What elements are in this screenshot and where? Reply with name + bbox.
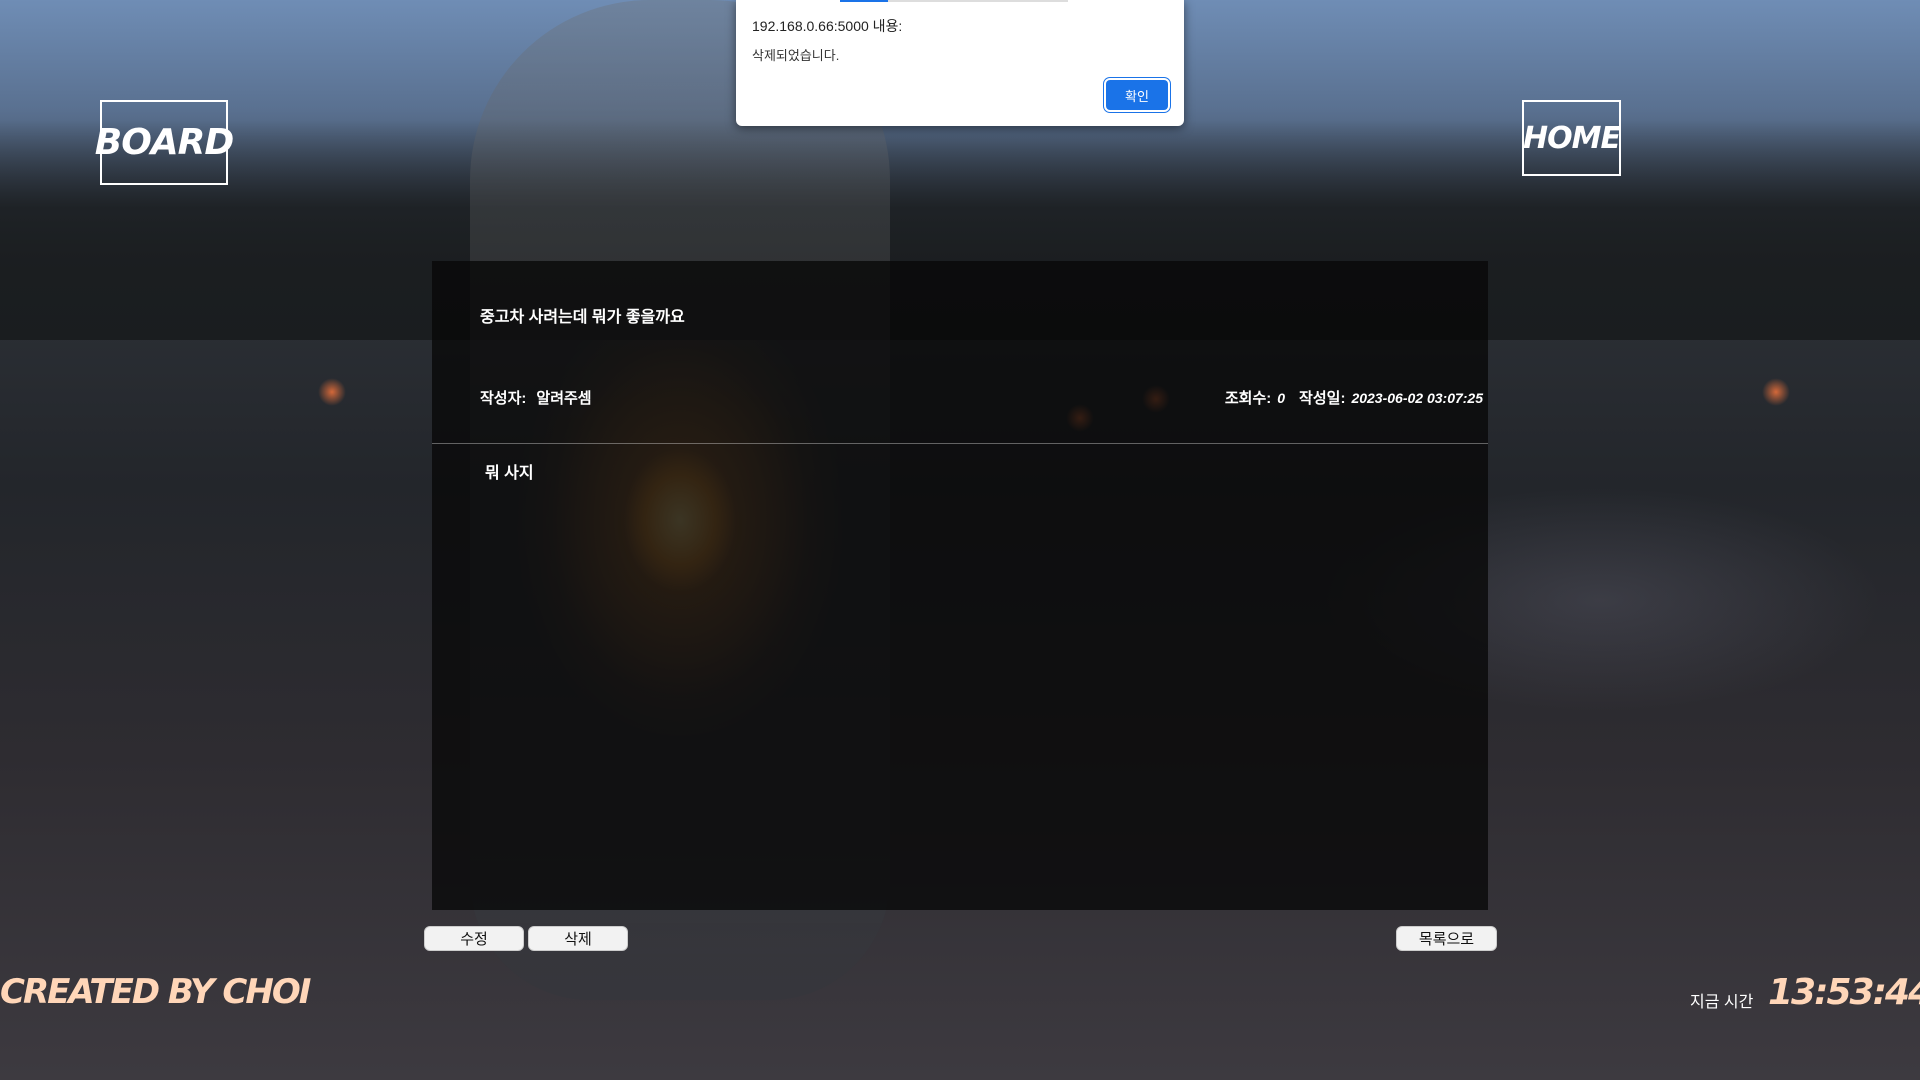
delete-button[interactable]: 삭제 bbox=[528, 926, 628, 951]
post-content: 뭐 사지 bbox=[485, 465, 534, 482]
author-label: 작성자: bbox=[480, 390, 527, 407]
dialog-bar bbox=[888, 0, 1068, 2]
post-panel: 중고차 사려는데 뭐가 좋을까요 작성자: 알려주셈 조회수: 0 작성일: 2… bbox=[432, 261, 1488, 910]
post-title: 중고차 사려는데 뭐가 좋을까요 bbox=[480, 309, 685, 326]
background-light bbox=[1762, 378, 1790, 406]
home-nav-button[interactable]: HOME bbox=[1522, 100, 1621, 176]
clock: 13:53:44 bbox=[1768, 972, 1920, 1013]
edit-button[interactable]: 수정 bbox=[424, 926, 524, 951]
date-label: 작성일: bbox=[1299, 390, 1346, 407]
background-light bbox=[318, 378, 346, 406]
post-stats-meta: 조회수: 0 작성일: 2023-06-02 03:07:25 bbox=[1225, 387, 1483, 408]
dialog-ok-button[interactable]: 확인 bbox=[1106, 80, 1168, 110]
clock-label: 지금 시간 bbox=[1690, 994, 1754, 1011]
board-nav-button[interactable]: BOARD bbox=[95, 100, 234, 185]
alert-dialog: 192.168.0.66:5000 내용: 삭제되었습니다. 확인 bbox=[736, 0, 1184, 126]
post-author-meta: 작성자: 알려주셈 bbox=[480, 387, 592, 408]
divider bbox=[432, 443, 1488, 444]
dialog-message: 삭제되었습니다. bbox=[752, 48, 840, 63]
author-value: 알려주셈 bbox=[536, 390, 592, 407]
dialog-origin: 192.168.0.66:5000 내용: bbox=[752, 18, 903, 34]
dialog-accent-bar bbox=[840, 0, 888, 2]
footer-credit: CREATED BY CHOI bbox=[0, 972, 311, 1012]
back-to-list-button[interactable]: 목록으로 bbox=[1396, 926, 1497, 951]
date-value: 2023-06-02 03:07:25 bbox=[1351, 390, 1483, 406]
views-value: 0 bbox=[1277, 390, 1286, 406]
views-label: 조회수: bbox=[1224, 390, 1272, 407]
